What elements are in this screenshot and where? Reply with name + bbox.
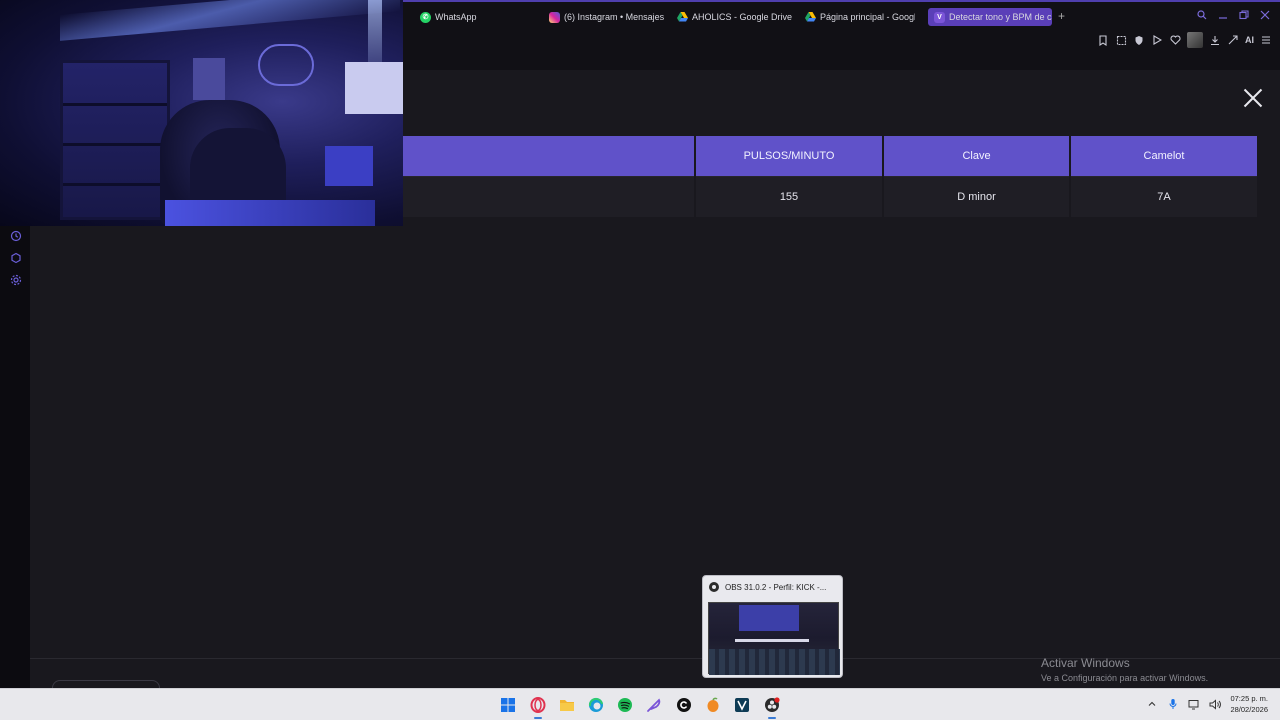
download-icon[interactable]: [1209, 34, 1221, 46]
volume-icon[interactable]: [1209, 698, 1222, 710]
heart-icon[interactable]: [1169, 34, 1181, 46]
chevron-up-icon[interactable]: [1146, 698, 1158, 710]
file-explorer-icon[interactable]: [556, 694, 578, 716]
clock-time: 07:25 p. m.: [1230, 694, 1268, 703]
start-button[interactable]: [497, 694, 519, 716]
google-drive-icon: [677, 12, 688, 23]
taskbar-preview-obs[interactable]: OBS 31.0.2 - Perfil: KICK -...: [702, 575, 843, 678]
column-header-bpm: PULSOS/MINUTO: [695, 136, 884, 176]
tab-detect-key-bpm[interactable]: V Detectar tono y BPM de ca: [928, 8, 1052, 26]
system-tray: 07:25 p. m. 28/02/2026: [1146, 693, 1268, 715]
vegas-icon[interactable]: [731, 694, 753, 716]
menu-icon[interactable]: [1260, 34, 1272, 46]
column-header-key: Clave: [883, 136, 1071, 176]
cube-icon[interactable]: [9, 251, 23, 265]
column-header-camelot: Camelot: [1070, 136, 1257, 176]
tab-google-home[interactable]: Página principal - Google: [805, 8, 915, 26]
network-icon[interactable]: [1188, 698, 1200, 710]
cell-key: D minor: [883, 175, 1071, 217]
settings-icon[interactable]: [9, 273, 23, 287]
watermark-subtitle: Ve a Configuración para activar Windows.: [1041, 673, 1209, 683]
table-header-row: PULSOS/MINUTO Clave Camelot: [403, 136, 1257, 176]
google-drive-icon: [805, 12, 816, 23]
instagram-icon: [549, 11, 560, 23]
new-tab-button[interactable]: +: [1058, 10, 1065, 22]
tab-instagram[interactable]: (6) Instagram • Mensajes: [549, 8, 667, 26]
ai-label[interactable]: AI: [1245, 35, 1254, 45]
screen: ✆ WhatsApp (6) Instagram • Mensajes AHOL…: [0, 0, 1280, 720]
tab-label: Detectar tono y BPM de ca: [949, 12, 1052, 22]
edge-icon[interactable]: [585, 694, 607, 716]
search-icon[interactable]: [1197, 10, 1207, 20]
snapshot-icon[interactable]: [1115, 34, 1127, 46]
feather-app-icon[interactable]: [643, 694, 665, 716]
tab-label: Página principal - Google: [820, 12, 915, 22]
table-row: 155 D minor 7A: [403, 175, 1257, 217]
browser-tab-bar: ✆ WhatsApp (6) Instagram • Mensajes AHOL…: [403, 0, 1280, 30]
column-header-file: [403, 136, 696, 176]
watermark-title: Activar Windows: [1041, 656, 1130, 670]
cell-camelot: 7A: [1070, 175, 1257, 217]
webcam-overlay: [0, 0, 403, 226]
close-window-button[interactable]: [1260, 10, 1270, 20]
ai-icon[interactable]: [1227, 34, 1239, 46]
vocalremover-icon: V: [934, 11, 945, 23]
tab-whatsapp[interactable]: ✆ WhatsApp: [420, 8, 540, 26]
play-icon[interactable]: [1151, 34, 1163, 46]
restore-button[interactable]: [1239, 10, 1249, 20]
results-table: PULSOS/MINUTO Clave Camelot 155 D minor …: [403, 136, 1257, 217]
tab-label: AHOLICS - Google Drive: [692, 12, 793, 22]
obs-icon[interactable]: [761, 694, 783, 719]
bookmark-icon[interactable]: [1097, 34, 1109, 46]
cell-file: [403, 175, 696, 217]
fl-studio-icon[interactable]: [702, 694, 724, 716]
spotify-icon[interactable]: [614, 694, 636, 716]
tab-label: WhatsApp: [435, 12, 477, 22]
minimize-button[interactable]: [1218, 10, 1228, 20]
capcut-icon[interactable]: [673, 694, 695, 716]
clock-date: 28/02/2026: [1230, 705, 1268, 714]
opera-icon[interactable]: [527, 694, 549, 719]
cell-bpm: 155: [695, 175, 884, 217]
taskbar: 07:25 p. m. 28/02/2026: [0, 688, 1280, 720]
shield-icon[interactable]: [1133, 34, 1145, 46]
clock[interactable]: 07:25 p. m. 28/02/2026: [1230, 693, 1268, 715]
avatar[interactable]: [1187, 32, 1203, 48]
preview-title: OBS 31.0.2 - Perfil: KICK -...: [725, 582, 827, 592]
preview-thumbnail[interactable]: [708, 602, 840, 675]
tab-google-drive[interactable]: AHOLICS - Google Drive: [677, 8, 795, 26]
tab-label: (6) Instagram • Mensajes: [564, 12, 665, 22]
whatsapp-icon: ✆: [420, 11, 431, 23]
browser-toolbar: AI: [403, 30, 1280, 70]
close-icon[interactable]: [1242, 87, 1264, 109]
history-icon[interactable]: [9, 229, 23, 243]
obs-icon: [709, 582, 719, 592]
activation-watermark: Activar Windows Ve a Configuración para …: [1041, 656, 1208, 683]
microphone-icon[interactable]: [1167, 698, 1179, 710]
